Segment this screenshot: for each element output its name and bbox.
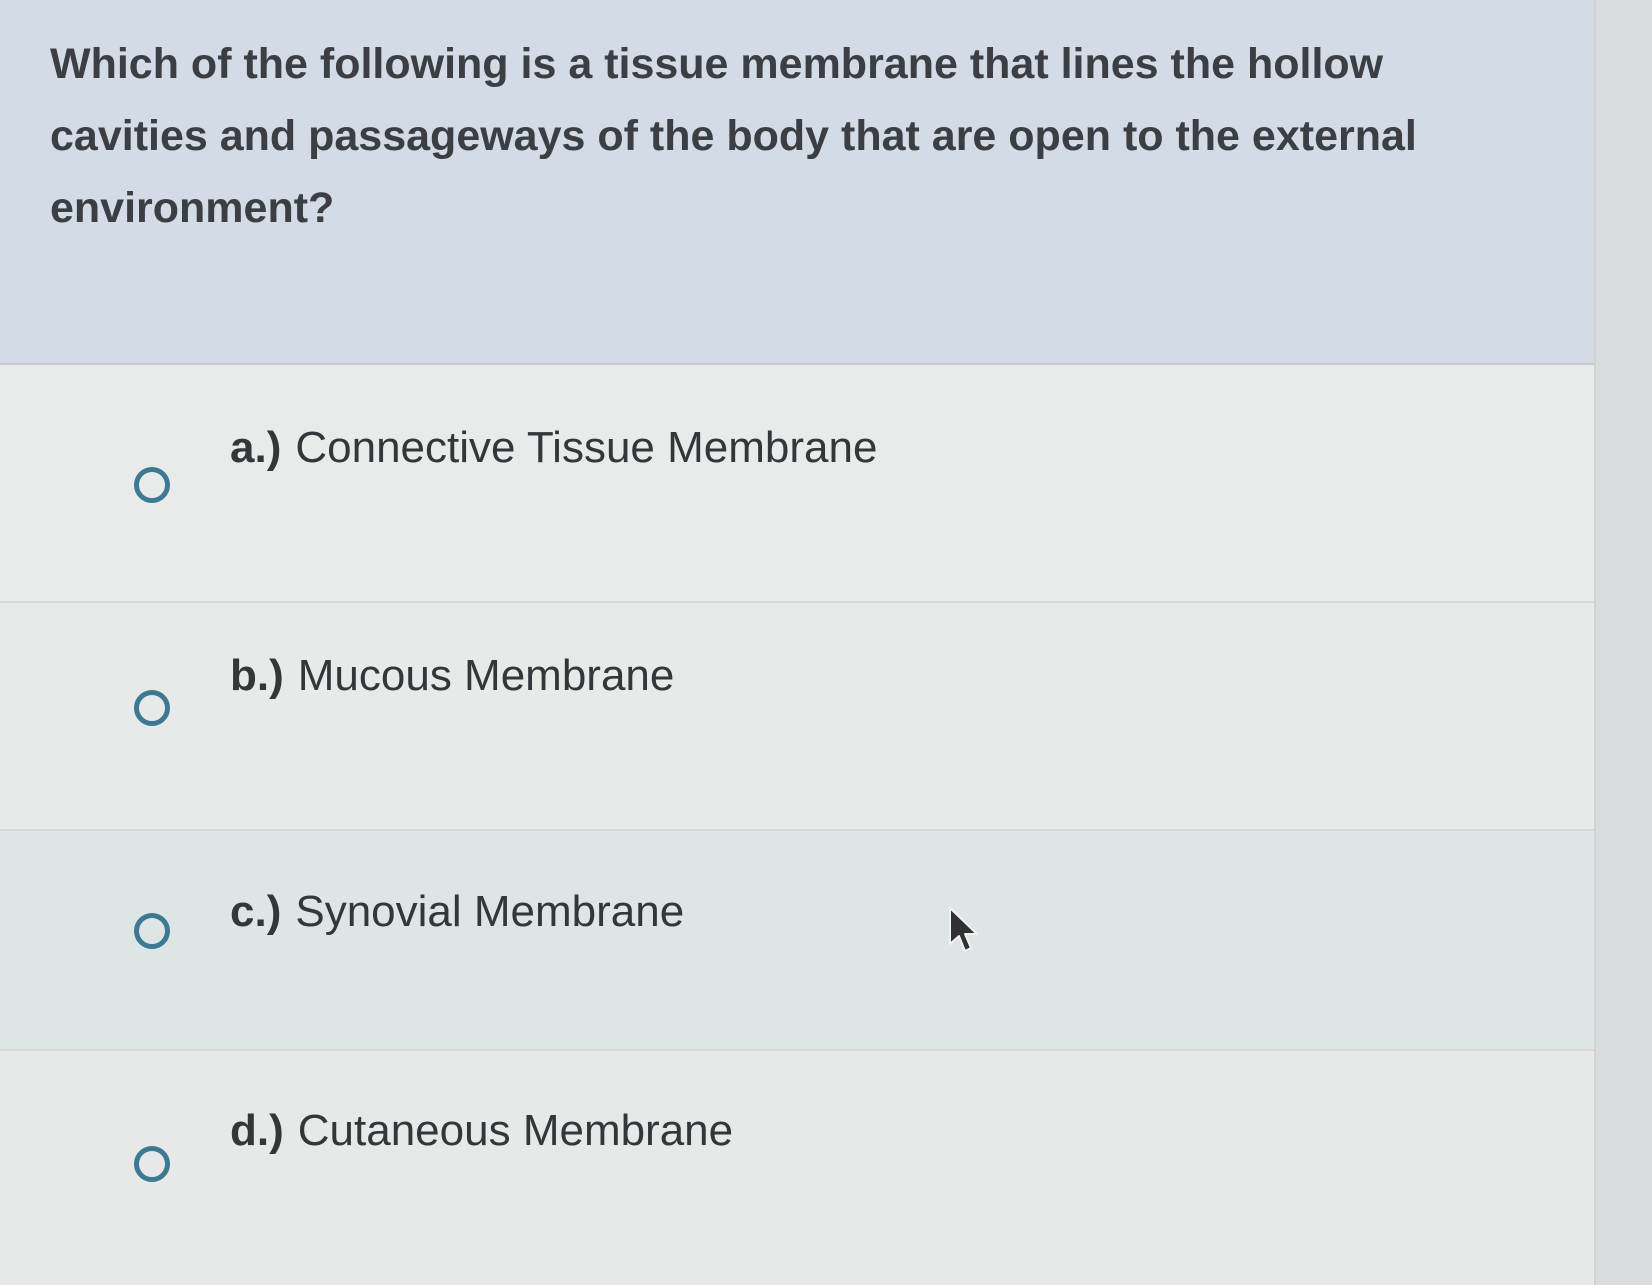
answer-text: Connective Tissue Membrane <box>295 423 878 472</box>
answer-option-c[interactable]: c.) Synovial Membrane <box>0 831 1594 1051</box>
radio-unchecked-icon[interactable] <box>134 690 170 726</box>
answer-label: c.) Synovial Membrane <box>230 887 684 937</box>
answer-letter: c.) <box>230 887 282 936</box>
question-panel: Which of the following is a tissue membr… <box>0 0 1594 365</box>
mouse-pointer-icon <box>949 907 978 952</box>
radio-unchecked-icon[interactable] <box>134 913 170 949</box>
radio-unchecked-icon[interactable] <box>134 467 170 503</box>
answer-label: a.) Connective Tissue Membrane <box>230 423 877 473</box>
answer-text: Synovial Membrane <box>295 887 685 936</box>
answer-option-b[interactable]: b.) Mucous Membrane <box>0 603 1594 831</box>
answer-letter: a.) <box>230 423 282 472</box>
answer-letter: d.) <box>230 1106 284 1155</box>
answer-text: Cutaneous Membrane <box>297 1106 734 1155</box>
answer-option-d[interactable]: d.) Cutaneous Membrane <box>0 1051 1594 1285</box>
answer-letter: b.) <box>230 651 284 700</box>
radio-unchecked-icon[interactable] <box>134 1146 170 1182</box>
page-gutter <box>1596 0 1652 1285</box>
answer-label: b.) Mucous Membrane <box>230 651 674 701</box>
answer-option-a[interactable]: a.) Connective Tissue Membrane <box>0 365 1594 603</box>
quiz-container: Which of the following is a tissue membr… <box>0 0 1596 1285</box>
question-text: Which of the following is a tissue membr… <box>50 40 1417 232</box>
answer-label: d.) Cutaneous Membrane <box>230 1106 733 1156</box>
answer-text: Mucous Membrane <box>297 651 675 700</box>
